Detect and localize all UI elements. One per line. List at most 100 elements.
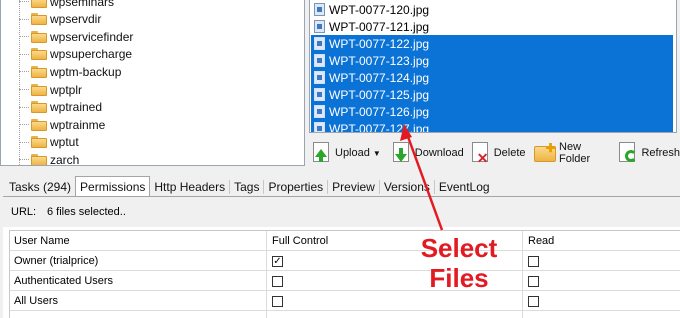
folder-icon: [31, 153, 47, 165]
new-folder-icon: ✚: [533, 141, 556, 165]
tab-eventlog[interactable]: EventLog: [435, 178, 494, 196]
tree-item-wpsupercharge[interactable]: wpsupercharge: [1, 46, 132, 63]
file-name: WPT-0077-121.jpg: [329, 19, 430, 34]
file-row[interactable]: WPT-0077-124.jpg: [311, 69, 673, 86]
image-file-icon: [314, 88, 325, 101]
tree-item-label: wpseminars: [50, 0, 115, 9]
column-header-full-control[interactable]: Full Control: [268, 231, 328, 251]
file-name: WPT-0077-125.jpg: [329, 87, 430, 102]
chevron-down-icon[interactable]: ▼: [373, 149, 381, 158]
upload-button[interactable]: Upload ▼: [311, 138, 381, 168]
tree-item-label: wpservicefinder: [50, 29, 134, 44]
tree-item-label: wptplr: [50, 82, 83, 97]
file-row[interactable]: WPT-0077-123.jpg: [311, 52, 673, 69]
column-header-user-name[interactable]: User Name: [10, 231, 70, 251]
file-name: WPT-0077-120.jpg: [329, 2, 430, 17]
permissions-grid: User Name Full Control Read Owner (trial…: [9, 230, 680, 318]
full-control-checkbox[interactable]: [272, 275, 283, 287]
url-row: URL: 6 files selected..: [3, 197, 680, 227]
permission-row: Authenticated Users: [10, 271, 680, 291]
image-file-icon: [314, 3, 325, 16]
url-value: 6 files selected..: [47, 206, 126, 218]
file-row[interactable]: WPT-0077-125.jpg: [311, 86, 673, 103]
permission-row: All Users: [10, 291, 680, 311]
image-file-icon: [314, 20, 325, 33]
read-checkbox[interactable]: [528, 275, 539, 287]
folder-icon: [31, 83, 47, 96]
file-toolbar: Upload ▼ Download ✕ Delete ✚ New Folder …: [309, 135, 680, 171]
delete-icon: ✕: [470, 141, 490, 165]
tab-tasks-294[interactable]: Tasks (294): [5, 178, 75, 196]
tree-item-label: wptrained: [50, 100, 103, 115]
full-control-cell: [268, 271, 283, 291]
annotation-line-1: Select: [420, 233, 498, 263]
tree-item-wptplr[interactable]: wptplr: [1, 81, 82, 98]
refresh-icon: [617, 141, 638, 165]
grid-header: User Name Full Control Read: [10, 231, 680, 251]
tab-tags[interactable]: Tags: [230, 178, 263, 196]
download-label: Download: [414, 147, 464, 159]
file-row[interactable]: WPT-0077-126.jpg: [311, 103, 673, 120]
download-button[interactable]: Download: [391, 138, 464, 168]
permissions-panel: URL: 6 files selected.. User Name Full C…: [3, 196, 680, 318]
full-control-checkbox[interactable]: [272, 295, 283, 307]
tree-connector: [19, 141, 29, 143]
full-control-checkbox[interactable]: ✓: [272, 255, 283, 267]
folder-tree[interactable]: wpseminars wpservdir wpservicefinder wpsupe…: [0, 0, 305, 166]
tab-versions[interactable]: Versions: [380, 178, 434, 196]
tree-item-zarch[interactable]: zarch: [1, 151, 80, 166]
tree-item-label: wptm-backup: [50, 64, 122, 79]
tree-item-label: wpservdir: [50, 12, 102, 27]
permission-row: Owner (trialprice) ✓: [10, 251, 680, 271]
tab-preview[interactable]: Preview: [328, 178, 379, 196]
new-folder-button[interactable]: ✚ New Folder: [533, 138, 610, 168]
new-folder-label: New Folder: [559, 141, 591, 165]
tree-connector: [19, 18, 29, 20]
read-checkbox[interactable]: [528, 295, 539, 307]
tree-item-wpservdir[interactable]: wpservdir: [1, 11, 101, 28]
download-icon: [391, 141, 411, 165]
tree-item-label: wptut: [50, 135, 79, 150]
tree-item-wpservicefinder[interactable]: wpservicefinder: [1, 28, 133, 45]
delete-button[interactable]: ✕ Delete: [470, 138, 526, 168]
tree-connector: [19, 124, 29, 126]
file-name: WPT-0077-122.jpg: [329, 36, 430, 51]
annotation-label: Select Files: [413, 233, 505, 293]
file-row[interactable]: WPT-0077-121.jpg: [311, 18, 429, 35]
tree-connector: [19, 71, 29, 73]
tree-item-label: wpsupercharge: [50, 47, 133, 62]
delete-label: Delete: [493, 147, 526, 159]
url-label: URL:: [11, 206, 37, 218]
tree-item-wptm-backup[interactable]: wptm-backup: [1, 63, 121, 80]
tab-properties[interactable]: Properties: [264, 178, 327, 196]
tree-connector: [19, 36, 29, 38]
file-row[interactable]: WPT-0077-120.jpg: [311, 1, 429, 18]
tab-strip: Tasks (294) Permissions Http Headers Tags Pr…: [5, 176, 494, 196]
tree-item-label: wptrainme: [50, 117, 106, 132]
folder-icon: [31, 118, 47, 131]
read-cell: [524, 251, 539, 271]
tree-item-wptrainme[interactable]: wptrainme: [1, 116, 105, 133]
column-header-read[interactable]: Read: [524, 231, 554, 251]
folder-icon: [31, 13, 47, 26]
user-name-cell: All Users: [14, 295, 59, 307]
image-file-icon: [314, 122, 325, 132]
read-checkbox[interactable]: [528, 255, 539, 267]
tree-item-wptrained[interactable]: wptrained: [1, 99, 102, 116]
tree-item-label: zarch: [50, 152, 80, 166]
tab-permissions[interactable]: Permissions: [75, 176, 151, 196]
tree-connector: [19, 53, 29, 55]
file-row[interactable]: WPT-0077-122.jpg: [311, 35, 673, 52]
tree-item-wptut[interactable]: wptut: [1, 134, 79, 151]
tab-http-headers[interactable]: Http Headers: [150, 178, 229, 196]
folder-icon: [31, 0, 47, 8]
file-name: WPT-0077-127.jpg: [329, 121, 430, 133]
file-row[interactable]: WPT-0077-127.jpg: [311, 120, 673, 133]
full-control-cell: ✓: [268, 251, 283, 271]
file-name: WPT-0077-123.jpg: [329, 53, 430, 68]
tree-item-wpseminars[interactable]: wpseminars: [1, 0, 114, 10]
file-list[interactable]: WPT-0077-120.jpg WPT-0077-121.jpg WPT-0077…: [309, 0, 677, 133]
read-cell: [524, 271, 539, 291]
folder-icon: [31, 136, 47, 149]
refresh-button[interactable]: Refresh: [617, 138, 680, 168]
